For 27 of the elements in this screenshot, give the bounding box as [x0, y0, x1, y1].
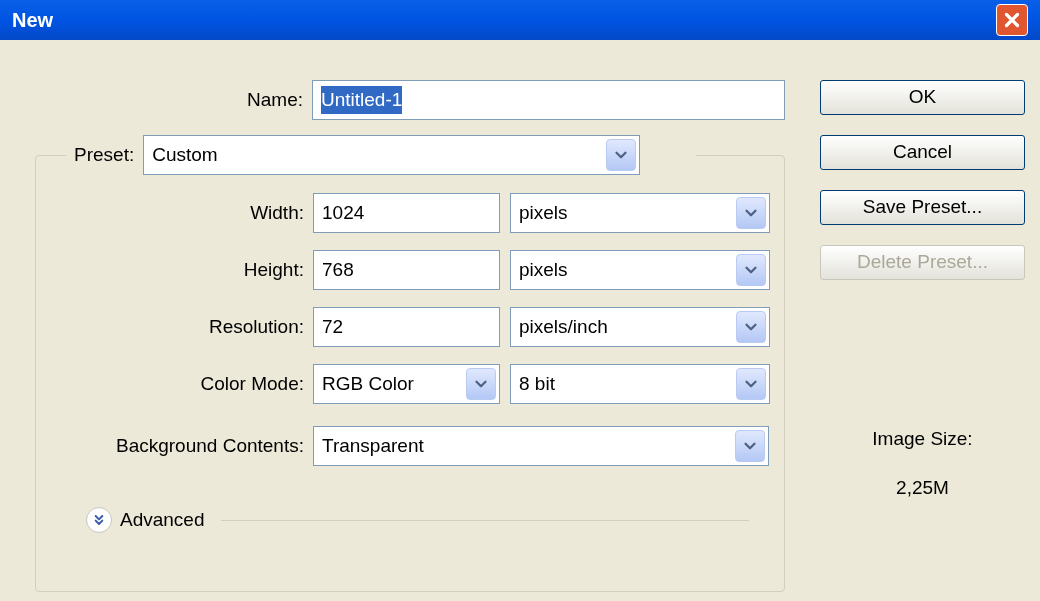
field-label: Resolution:: [208, 314, 304, 339]
number-field[interactable]: 768: [313, 250, 500, 290]
dialog-button[interactable]: OK: [820, 80, 1025, 115]
unit-dropdown[interactable]: pixels/inch: [510, 307, 770, 347]
number-field[interactable]: 1024: [313, 193, 500, 233]
expand-icon[interactable]: [86, 507, 112, 534]
color-mode-dropdown[interactable]: RGB Color: [313, 364, 500, 404]
window-title: New: [12, 8, 54, 33]
field-label: Background Contents:: [116, 433, 304, 458]
dialog-button[interactable]: Cancel: [820, 135, 1025, 170]
advanced-toggle[interactable]: Advanced: [120, 506, 205, 535]
unit-dropdown[interactable]: pixels: [510, 193, 770, 233]
dialog-button[interactable]: Save Preset...: [820, 190, 1025, 225]
image-size-label: Image Size:: [872, 427, 973, 451]
field-label: Preset:: [74, 142, 135, 167]
bit-depth-dropdown[interactable]: 8 bit: [510, 364, 770, 404]
unit-dropdown[interactable]: pixels: [510, 250, 770, 290]
number-field[interactable]: 72: [313, 307, 500, 347]
field-label: Width:: [250, 200, 304, 225]
close-button[interactable]: [996, 4, 1028, 36]
image-size-value: 2,25M: [896, 475, 949, 500]
field-label: Name:: [247, 87, 303, 112]
background-dropdown[interactable]: Transparent: [313, 426, 769, 466]
preset-dropdown[interactable]: Custom: [143, 135, 641, 175]
field-label: Color Mode:: [200, 371, 304, 396]
name-field[interactable]: Untitled-1: [312, 80, 785, 120]
field-label: Height:: [243, 257, 304, 282]
